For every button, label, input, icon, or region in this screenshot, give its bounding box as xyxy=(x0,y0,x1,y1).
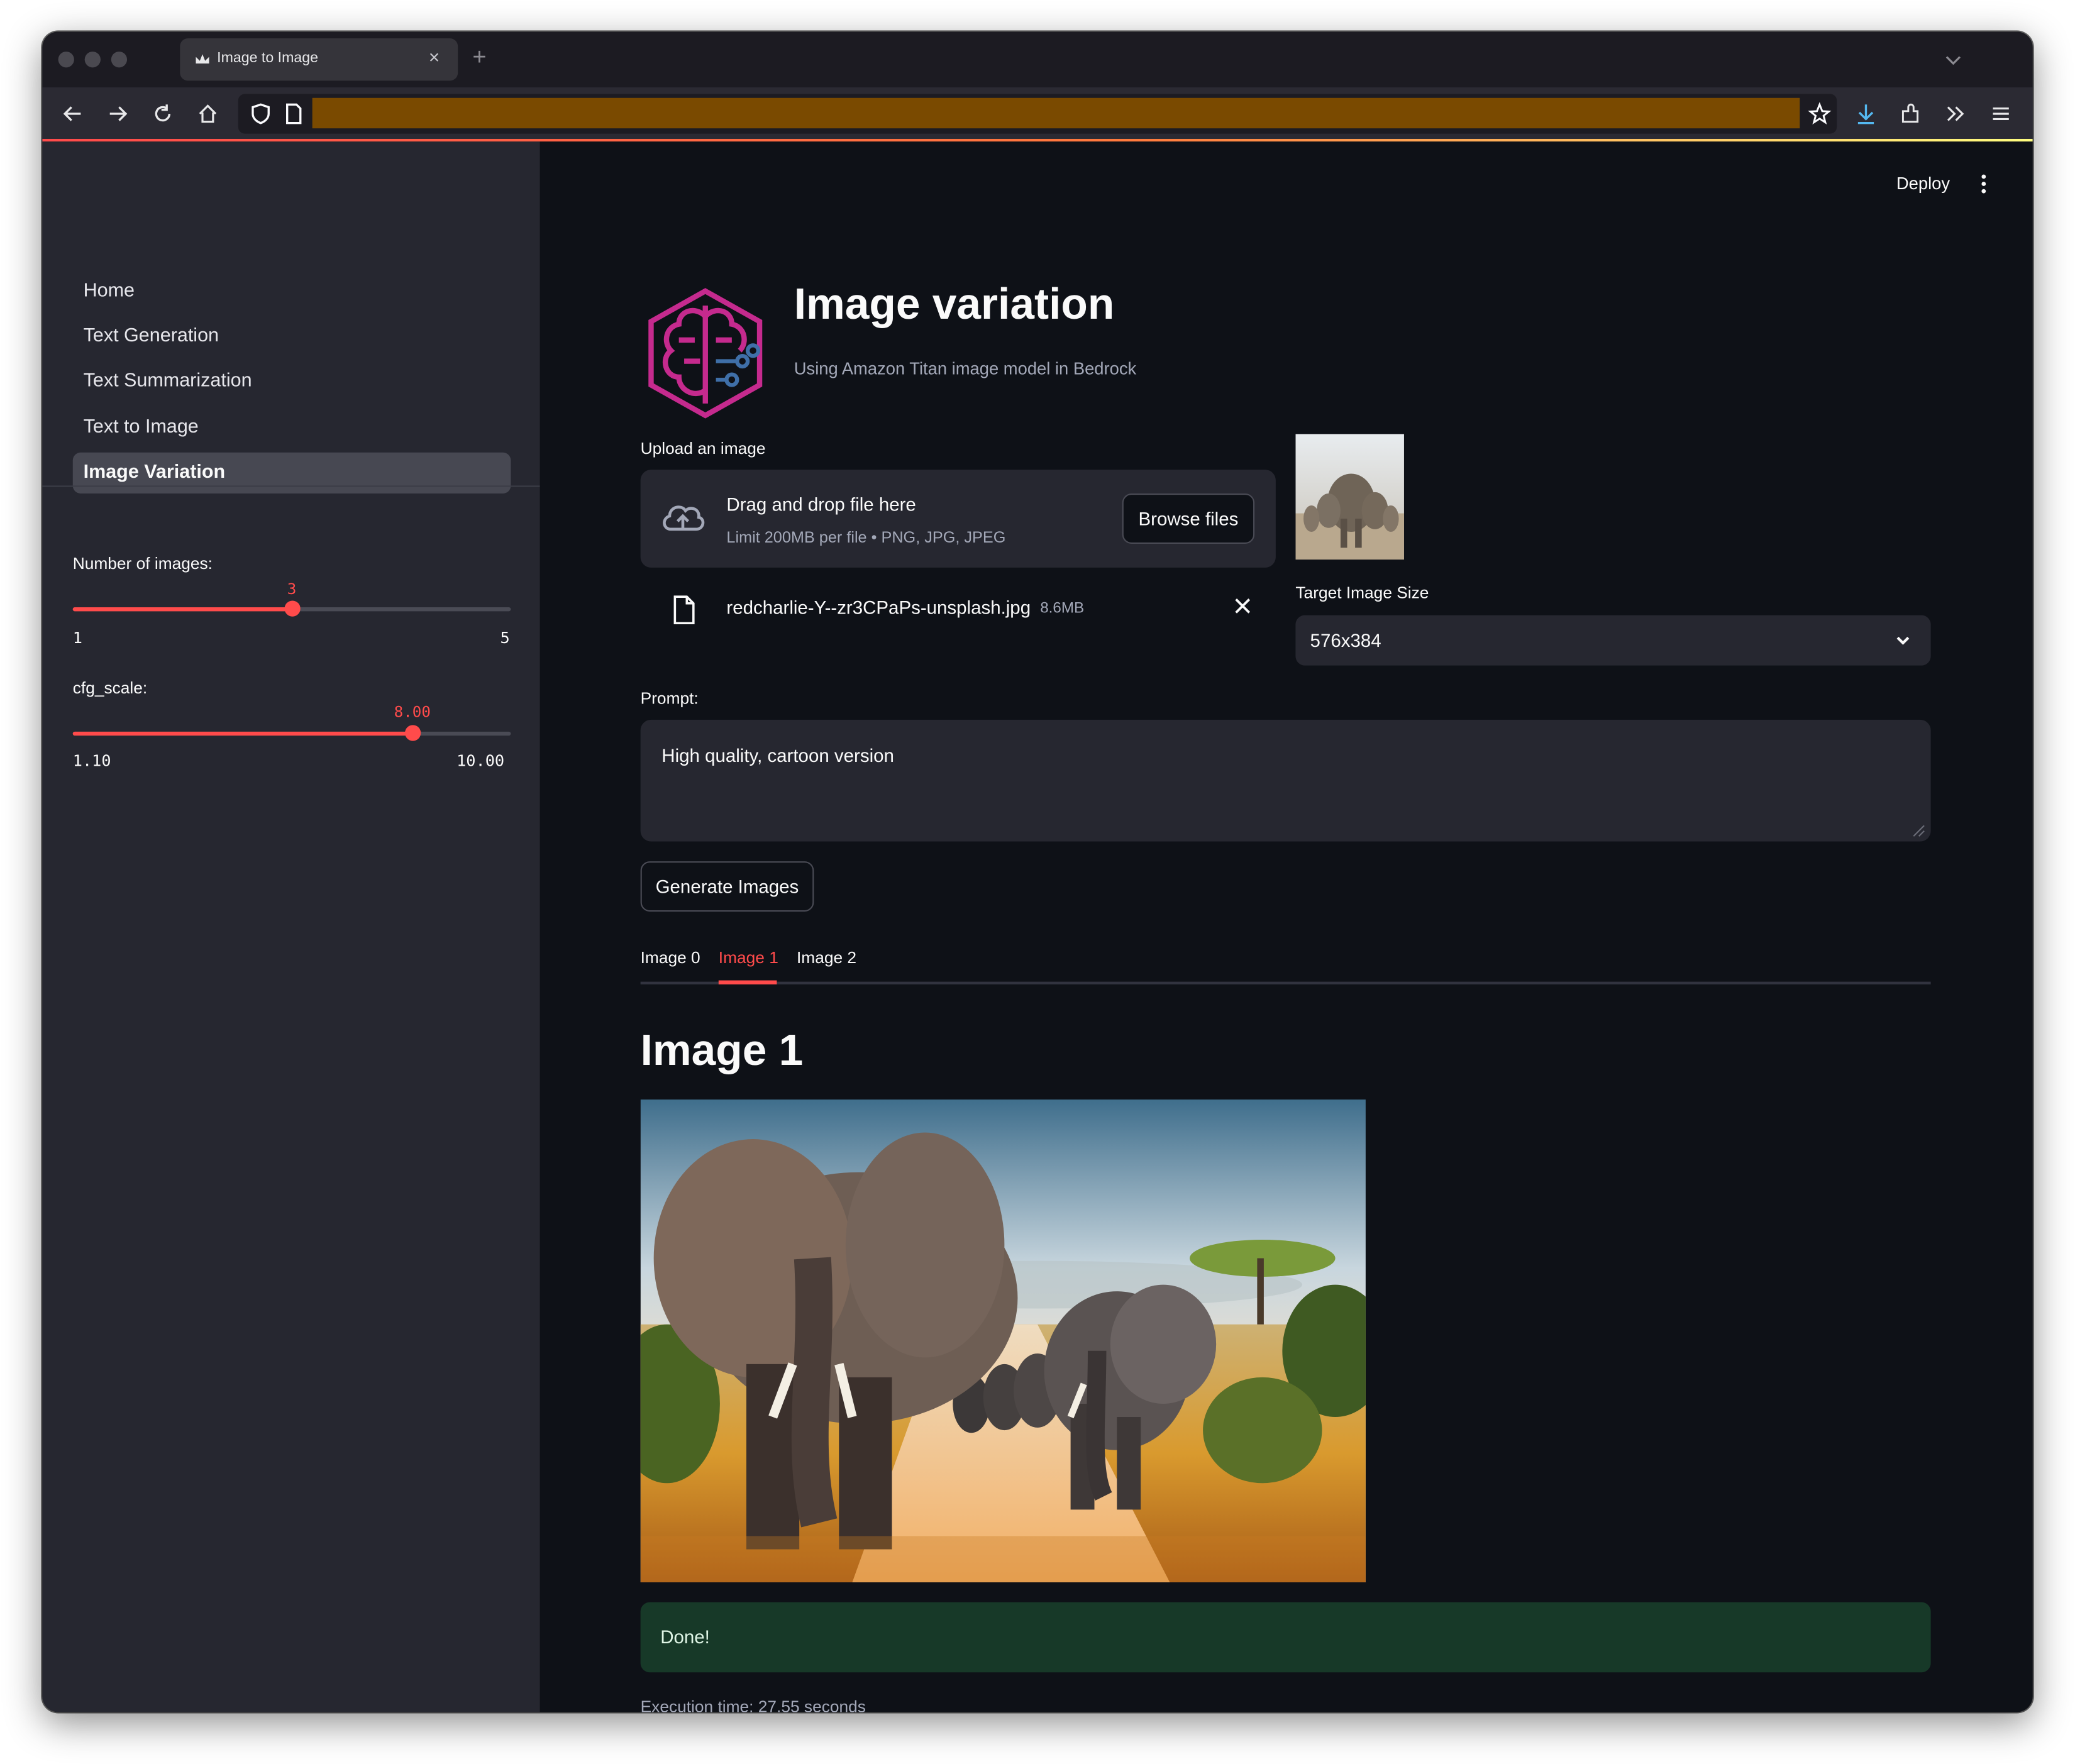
tab-close-icon[interactable]: × xyxy=(429,47,440,68)
shield-icon[interactable] xyxy=(249,102,273,126)
sidebar-item-text-generation[interactable]: Text Generation xyxy=(73,316,511,357)
dropzone-title: Drag and drop file here xyxy=(726,493,916,515)
chevron-down-icon xyxy=(1896,636,1910,645)
url-redacted-highlight xyxy=(312,97,1800,129)
result-heading: Image 1 xyxy=(640,1025,804,1074)
num-images-slider-fill xyxy=(72,607,292,612)
download-icon[interactable] xyxy=(1852,101,1879,127)
prompt-text: High quality, cartoon version xyxy=(661,744,894,766)
new-tab-button[interactable]: + xyxy=(472,43,486,71)
sidebar: Home Text Generation Text Summarization … xyxy=(42,141,540,1712)
target-size-value: 576x384 xyxy=(1310,629,1381,651)
crown-favicon-icon xyxy=(196,54,209,64)
cfg-scale-value: 8.00 xyxy=(394,702,431,722)
browser-tab[interactable]: Image to Image × xyxy=(180,38,458,81)
num-images-max: 5 xyxy=(500,628,510,648)
home-icon[interactable] xyxy=(194,101,221,127)
sidebar-item-text-to-image[interactable]: Text to Image xyxy=(73,407,511,448)
tabs-divider xyxy=(640,981,1931,984)
tab-image-0[interactable]: Image 0 xyxy=(641,949,700,967)
num-images-slider-thumb[interactable] xyxy=(284,600,300,617)
tab-title: Image to Image xyxy=(217,50,319,67)
generate-images-button[interactable]: Generate Images xyxy=(640,861,814,912)
sidebar-item-image-variation[interactable]: Image Variation xyxy=(72,452,511,494)
cfg-scale-label: cfg_scale: xyxy=(72,678,148,698)
sidebar-divider xyxy=(42,485,540,487)
resize-grip-icon[interactable] xyxy=(1911,823,1925,837)
deploy-button[interactable]: Deploy xyxy=(1896,174,1950,194)
file-icon xyxy=(673,595,695,625)
sidebar-item-home[interactable]: Home xyxy=(73,271,511,312)
tab-image-2[interactable]: Image 2 xyxy=(797,949,856,967)
cfg-scale-slider-thumb[interactable] xyxy=(404,725,421,741)
url-bar[interactable] xyxy=(238,94,1837,134)
target-size-select[interactable]: 576x384 xyxy=(1295,615,1931,666)
back-icon[interactable] xyxy=(60,101,86,127)
close-icon[interactable] xyxy=(1233,597,1251,615)
cfg-scale-max: 10.00 xyxy=(456,751,505,770)
file-dropzone[interactable]: Drag and drop file here Limit 200MB per … xyxy=(640,470,1276,568)
result-tabs: Image 0 Image 1 Image 2 xyxy=(640,949,1931,984)
success-text: Done! xyxy=(660,1626,710,1648)
window-minimize-dot[interactable] xyxy=(84,52,101,68)
generated-image xyxy=(640,1099,1366,1583)
browse-files-button[interactable]: Browse files xyxy=(1122,493,1255,544)
execution-time: Execution time: 27.55 seconds xyxy=(640,1697,866,1712)
menu-icon[interactable] xyxy=(1988,101,2014,127)
browser-window: Image to Image × + Home Text Generation … xyxy=(42,31,2033,1712)
cfg-scale-min: 1.10 xyxy=(72,751,111,770)
kebab-icon[interactable] xyxy=(1977,174,1990,195)
sidebar-item-text-summarization[interactable]: Text Summarization xyxy=(73,361,511,402)
overflow-icon[interactable] xyxy=(1943,101,1969,127)
dropzone-limit: Limit 200MB per file • PNG, JPG, JPEG xyxy=(726,527,1006,547)
success-alert: Done! xyxy=(640,1602,1931,1673)
tab-image-1[interactable]: Image 1 xyxy=(719,949,778,967)
prompt-label: Prompt: xyxy=(640,689,699,708)
target-size-label: Target Image Size xyxy=(1295,583,1429,602)
active-tab-indicator xyxy=(718,980,777,984)
window-close-dot[interactable] xyxy=(58,52,74,68)
extensions-icon[interactable] xyxy=(1898,101,1924,127)
num-images-slider[interactable] xyxy=(72,600,511,617)
browser-toolbar xyxy=(42,87,2033,141)
num-images-label: Number of images: xyxy=(72,554,213,573)
uploaded-file-name: redcharlie-Y--zr3CPaPs-unsplash.jpg xyxy=(726,597,1031,618)
bedrock-brain-logo-icon xyxy=(648,288,763,419)
tab-strip: Image to Image × + xyxy=(42,31,2033,87)
window-zoom-dot[interactable] xyxy=(111,52,128,68)
main-content: Deploy Image variation Using Amazon Tita… xyxy=(540,141,2033,1712)
cfg-scale-slider-fill xyxy=(72,731,412,736)
reload-icon[interactable] xyxy=(150,101,176,127)
page-subtitle: Using Amazon Titan image model in Bedroc… xyxy=(794,358,1137,378)
upload-label: Upload an image xyxy=(640,439,766,458)
star-icon[interactable] xyxy=(1808,102,1832,126)
prompt-textarea[interactable]: High quality, cartoon version xyxy=(640,719,1931,842)
uploaded-file-size: 8.6MB xyxy=(1040,600,1085,617)
page-icon xyxy=(286,103,302,124)
cfg-scale-slider[interactable] xyxy=(72,725,511,741)
list-tabs-chevron-icon[interactable] xyxy=(1943,49,1964,70)
num-images-min: 1 xyxy=(72,628,82,648)
uploaded-image-thumbnail xyxy=(1295,434,1404,560)
forward-icon[interactable] xyxy=(104,101,131,127)
upload-cloud-icon xyxy=(663,505,705,531)
num-images-value: 3 xyxy=(287,579,297,598)
page-title: Image variation xyxy=(794,279,1115,328)
